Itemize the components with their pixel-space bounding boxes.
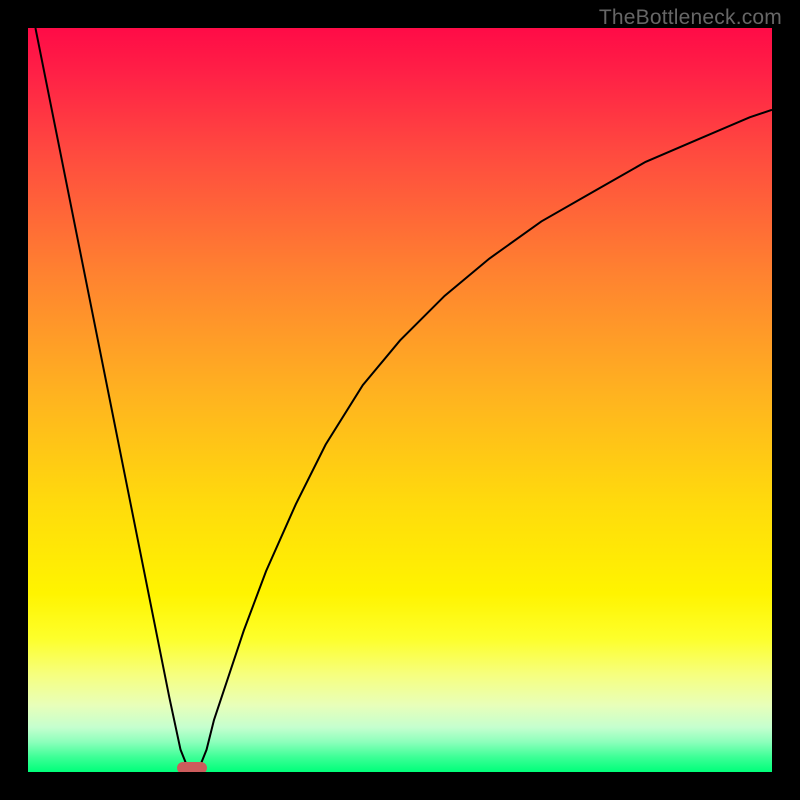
curve-right	[199, 110, 772, 768]
watermark-text: TheBottleneck.com	[599, 6, 782, 30]
curve-layer	[28, 28, 772, 772]
optimal-marker	[177, 762, 207, 772]
curve-left	[35, 28, 188, 768]
plot-area	[28, 28, 772, 772]
chart-frame: TheBottleneck.com	[0, 0, 800, 800]
